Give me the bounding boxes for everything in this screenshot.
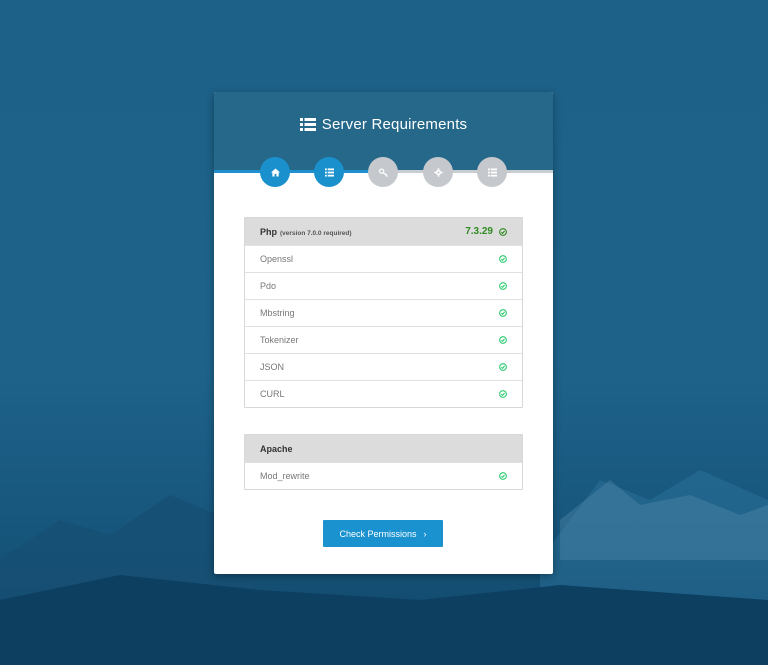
- check-circle-icon: [499, 309, 507, 317]
- page-title: Server Requirements: [214, 114, 553, 134]
- check-permissions-button[interactable]: Check Permissions ›: [323, 520, 443, 547]
- installer-card: Server Requirements Php (version 7.0.0 r…: [214, 92, 553, 574]
- step-home[interactable]: [260, 157, 290, 187]
- extension-name: Pdo: [260, 281, 277, 291]
- php-header-row: Php (version 7.0.0 required) 7.3.29: [245, 218, 522, 245]
- module-row: Mod_rewrite: [245, 462, 522, 489]
- extension-row: Pdo: [245, 272, 522, 299]
- php-label-group: Php (version 7.0.0 required): [260, 227, 352, 237]
- check-circle-icon: [499, 390, 507, 398]
- step-indicator: [214, 157, 553, 189]
- home-icon: [270, 167, 280, 177]
- list-icon: [487, 167, 497, 177]
- check-circle-icon: [499, 227, 507, 236]
- step-permissions[interactable]: [368, 157, 398, 187]
- apache-requirements-table: Apache Mod_rewrite: [244, 434, 523, 490]
- extension-row: JSON: [245, 353, 522, 380]
- php-label: Php: [260, 226, 277, 237]
- check-circle-icon: [499, 282, 507, 290]
- step-environment[interactable]: [423, 157, 453, 187]
- module-name: Mod_rewrite: [260, 471, 310, 481]
- gear-icon: [433, 167, 443, 177]
- chevron-right-icon: ›: [423, 528, 427, 539]
- extension-row: Openssl: [245, 245, 522, 272]
- extension-name: JSON: [260, 362, 285, 372]
- extension-name: Openssl: [260, 254, 294, 264]
- extension-row: Mbstring: [245, 299, 522, 326]
- apache-header-row: Apache: [245, 435, 522, 462]
- check-circle-icon: [499, 336, 507, 344]
- check-circle-icon: [499, 363, 507, 371]
- list-icon: [324, 167, 334, 177]
- check-permissions-label: Check Permissions: [339, 528, 417, 539]
- extension-row: CURL: [245, 380, 522, 407]
- php-version: 7.3.29: [465, 226, 507, 237]
- php-required-note: (version 7.0.0 required): [280, 229, 352, 237]
- list-icon: [299, 117, 316, 131]
- check-circle-icon: [499, 472, 507, 480]
- step-requirements[interactable]: [314, 157, 344, 187]
- extension-name: Mbstring: [260, 308, 295, 318]
- apache-label: Apache: [260, 443, 293, 454]
- key-icon: [378, 167, 388, 177]
- extension-row: Tokenizer: [245, 326, 522, 353]
- check-circle-icon: [499, 255, 507, 263]
- php-version-value: 7.3.29: [465, 226, 493, 237]
- extension-name: CURL: [260, 389, 285, 399]
- php-requirements-table: Php (version 7.0.0 required) 7.3.29 Opens…: [244, 217, 523, 408]
- extension-name: Tokenizer: [260, 335, 299, 345]
- page-title-text: Server Requirements: [321, 115, 468, 133]
- step-finish[interactable]: [477, 157, 507, 187]
